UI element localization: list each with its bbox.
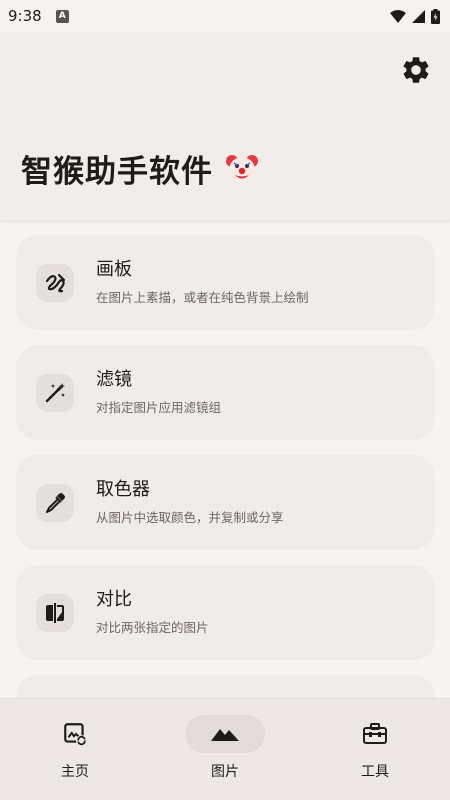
tool-card-color-picker[interactable]: 取色器 从图片中选取颜色，并复制或分享	[16, 455, 435, 550]
card-icon-container	[36, 594, 74, 632]
card-subtitle: 对比两张指定的图片	[96, 620, 209, 635]
nav-item-home[interactable]: 主页	[0, 715, 150, 781]
card-subtitle: 对指定图片应用滤镜组	[96, 400, 222, 415]
card-text: 滤镜 对指定图片应用滤镜组	[96, 369, 221, 416]
nav-label: 主页	[61, 764, 89, 780]
status-icons	[390, 8, 440, 24]
compare-icon	[46, 603, 64, 623]
eyedropper-icon	[46, 493, 65, 513]
card-text: 对比 对比两张指定的图片	[96, 589, 209, 636]
tool-card-partial[interactable]	[16, 675, 435, 698]
image-sync-icon	[64, 723, 87, 746]
nav-icon-container	[185, 715, 265, 753]
status-bar: 9:38 A	[0, 0, 450, 32]
tools-list: 画板 在图片上素描，或者在纯色背景上绘制 滤镜 对指定图片应用滤镜组 取色器 从…	[0, 220, 450, 698]
card-title: 画板	[96, 259, 132, 280]
tool-card-filter[interactable]: 滤镜 对指定图片应用滤镜组	[16, 345, 435, 440]
tool-card-draw[interactable]: 画板 在图片上素描，或者在纯色背景上绘制	[16, 235, 435, 330]
tool-card-compare[interactable]: 对比 对比两张指定的图片	[16, 565, 435, 660]
card-icon-container	[36, 484, 74, 522]
page-title-text: 智猴助手软件	[21, 154, 213, 190]
card-subtitle: 从图片中选取颜色，并复制或分享	[96, 510, 284, 525]
card-subtitle: 在图片上素描，或者在纯色背景上绘制	[96, 290, 309, 305]
nav-item-tools[interactable]: 工具	[300, 715, 450, 781]
draw-icon	[45, 273, 66, 293]
signal-icon	[412, 9, 425, 23]
nav-item-images[interactable]: 图片	[150, 715, 300, 781]
nav-label: 工具	[361, 764, 389, 780]
card-title: 对比	[96, 589, 132, 610]
bottom-navigation: 主页 图片 工具	[0, 698, 450, 800]
toolbox-icon	[363, 723, 387, 744]
nav-icon-container	[35, 715, 115, 753]
wifi-icon	[390, 9, 406, 23]
app-header: 智猴助手软件	[0, 32, 450, 220]
card-icon-container	[36, 374, 74, 412]
page-title: 智猴助手软件	[21, 146, 259, 191]
card-icon-container	[36, 264, 74, 302]
card-text: 取色器 从图片中选取颜色，并复制或分享	[96, 479, 284, 526]
settings-button[interactable]	[398, 52, 434, 88]
magic-wand-icon	[45, 383, 65, 403]
notification-icon: A	[55, 9, 69, 23]
card-title: 滤镜	[96, 369, 132, 390]
battery-icon	[431, 8, 440, 24]
clown-face-icon	[226, 154, 258, 183]
landscape-icon	[211, 729, 239, 741]
card-title: 取色器	[96, 479, 150, 500]
card-text: 画板 在图片上素描，或者在纯色背景上绘制	[96, 259, 309, 306]
nav-label: 图片	[211, 764, 239, 780]
status-time: 9:38	[8, 7, 42, 25]
gear-icon	[403, 57, 429, 83]
nav-icon-container	[335, 715, 415, 753]
